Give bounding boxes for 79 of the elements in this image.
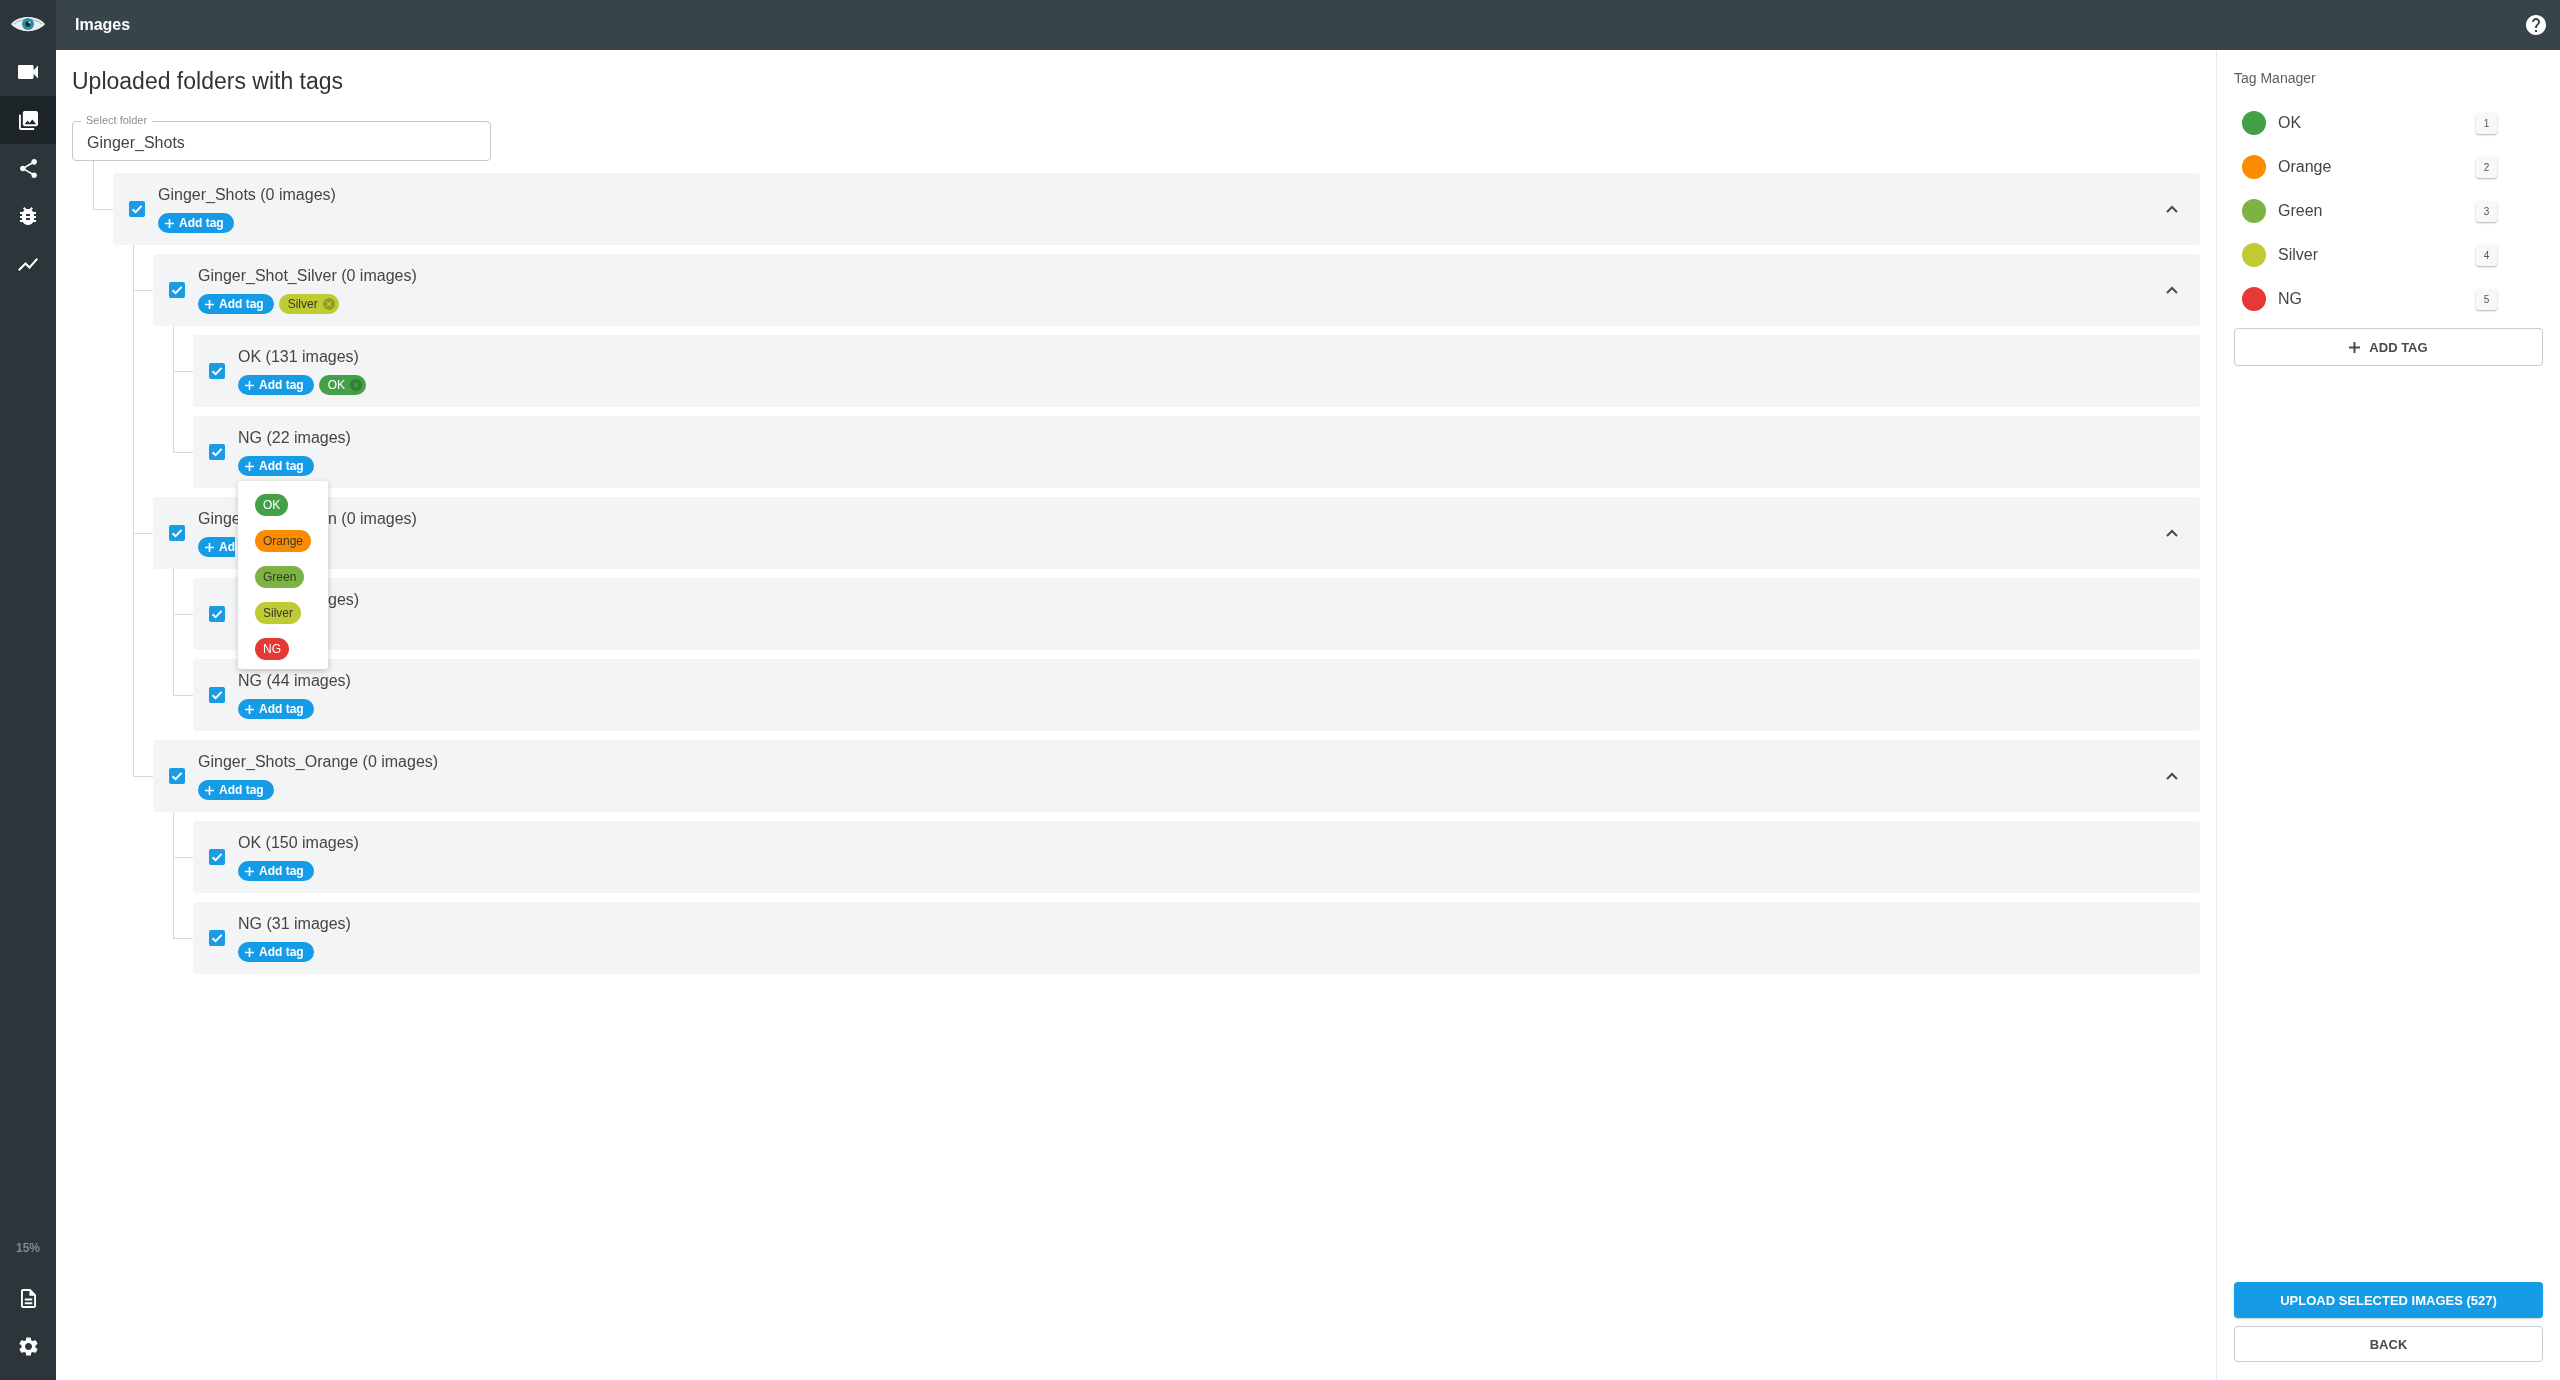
add-tag-button[interactable]: ADD TAG — [2234, 328, 2543, 366]
folder-name: OK (131 images) — [238, 347, 359, 367]
shortcut-key: 3 — [2476, 200, 2497, 222]
tag-name: OK — [2278, 114, 2302, 132]
document-icon — [20, 1288, 36, 1308]
tag-name: Orange — [2278, 158, 2332, 176]
shortcut-key: 4 — [2476, 244, 2497, 266]
tag-option[interactable]: Silver — [255, 602, 301, 624]
add-tag-button[interactable]: Add tag — [238, 861, 314, 881]
folder-name: NG (31 images) — [238, 914, 351, 934]
folder-name: Ginger_Shot_Silver (0 images) — [198, 266, 417, 286]
plus-icon — [245, 380, 254, 390]
usage-percent: 15% — [15, 1240, 41, 1257]
add-tag-button[interactable]: Add tag — [198, 780, 274, 800]
plus-icon — [2349, 341, 2361, 353]
folder-name: NG (44 images) — [238, 671, 351, 691]
chevron-up-icon[interactable] — [2166, 529, 2178, 537]
folder-name: ges) — [328, 590, 360, 610]
tag-option[interactable]: NG — [255, 638, 289, 660]
page-title: Images — [75, 16, 131, 34]
tag-name: Green — [2278, 202, 2323, 220]
checkbox[interactable] — [209, 606, 225, 622]
plus-icon — [165, 218, 174, 228]
back-button[interactable]: BACK — [2234, 1326, 2543, 1362]
plus-icon — [245, 947, 254, 957]
add-tag-button[interactable]: Add tag — [238, 942, 314, 962]
tag-name: NG — [2278, 290, 2302, 308]
checkbox[interactable] — [209, 687, 225, 703]
shortcut-key: 1 — [2476, 112, 2497, 134]
folder-name: n (0 images) — [328, 509, 417, 529]
chevron-up-icon[interactable] — [2166, 772, 2178, 780]
plus-icon — [205, 785, 214, 795]
folder-name: OK (150 images) — [238, 833, 359, 853]
plus-icon — [205, 299, 214, 309]
tag-name: Silver — [2278, 246, 2318, 264]
checkbox[interactable] — [169, 768, 185, 784]
add-tag-button[interactable]: Add tag — [238, 699, 314, 719]
folder-name: Ginge — [198, 509, 241, 529]
checkbox[interactable] — [169, 525, 185, 541]
tag-option[interactable]: Green — [255, 566, 305, 588]
checkbox[interactable] — [209, 849, 225, 865]
folder-name: NG (22 images) — [238, 428, 351, 448]
add-tag-button[interactable]: Add tag — [198, 294, 274, 314]
add-tag-button[interactable]: Add tag — [158, 213, 234, 233]
tag-label: Silver — [287, 297, 318, 311]
tag-option[interactable]: OK — [255, 494, 289, 516]
folder-name: Ginger_Shots_Orange (0 images) — [198, 752, 439, 772]
tag-label: OK — [327, 378, 345, 392]
settings-icon — [18, 1336, 38, 1356]
checkbox[interactable] — [209, 930, 225, 946]
add-tag-button[interactable]: Add tag — [238, 456, 314, 476]
nav-button[interactable] — [0, 96, 56, 144]
plus-icon — [245, 704, 254, 714]
checkbox[interactable] — [129, 201, 145, 217]
chevron-up-icon[interactable] — [2166, 286, 2178, 294]
bug-icon — [20, 207, 36, 225]
plus-icon — [245, 866, 254, 876]
add-tag-button[interactable]: Add tag — [238, 375, 314, 395]
shortcut-key: 2 — [2476, 156, 2497, 178]
upload-button[interactable]: UPLOAD SELECTED IMAGES (527) — [2234, 1282, 2543, 1318]
field-label: Select folder — [81, 113, 153, 127]
gallery-icon — [18, 110, 38, 130]
help-icon[interactable] — [2526, 15, 2546, 35]
checkbox[interactable] — [209, 444, 225, 460]
add-tag-button[interactable]: Ad — [198, 537, 235, 557]
eye-logo — [11, 14, 45, 34]
shortcut-key: 5 — [2476, 288, 2497, 310]
checkbox[interactable] — [169, 282, 185, 298]
share-icon — [19, 158, 37, 178]
folder-name: Ginger_Shots (0 images) — [158, 185, 336, 205]
plus-icon — [205, 542, 214, 552]
camera-icon — [18, 65, 38, 79]
section-heading: Uploaded folders with tags — [72, 67, 345, 96]
chevron-up-icon[interactable] — [2166, 205, 2178, 213]
tag-option[interactable]: Orange — [255, 530, 312, 552]
plus-icon — [245, 461, 254, 471]
panel-title: Tag Manager — [2234, 70, 2317, 86]
chart-icon — [18, 257, 38, 271]
checkbox[interactable] — [209, 363, 225, 379]
